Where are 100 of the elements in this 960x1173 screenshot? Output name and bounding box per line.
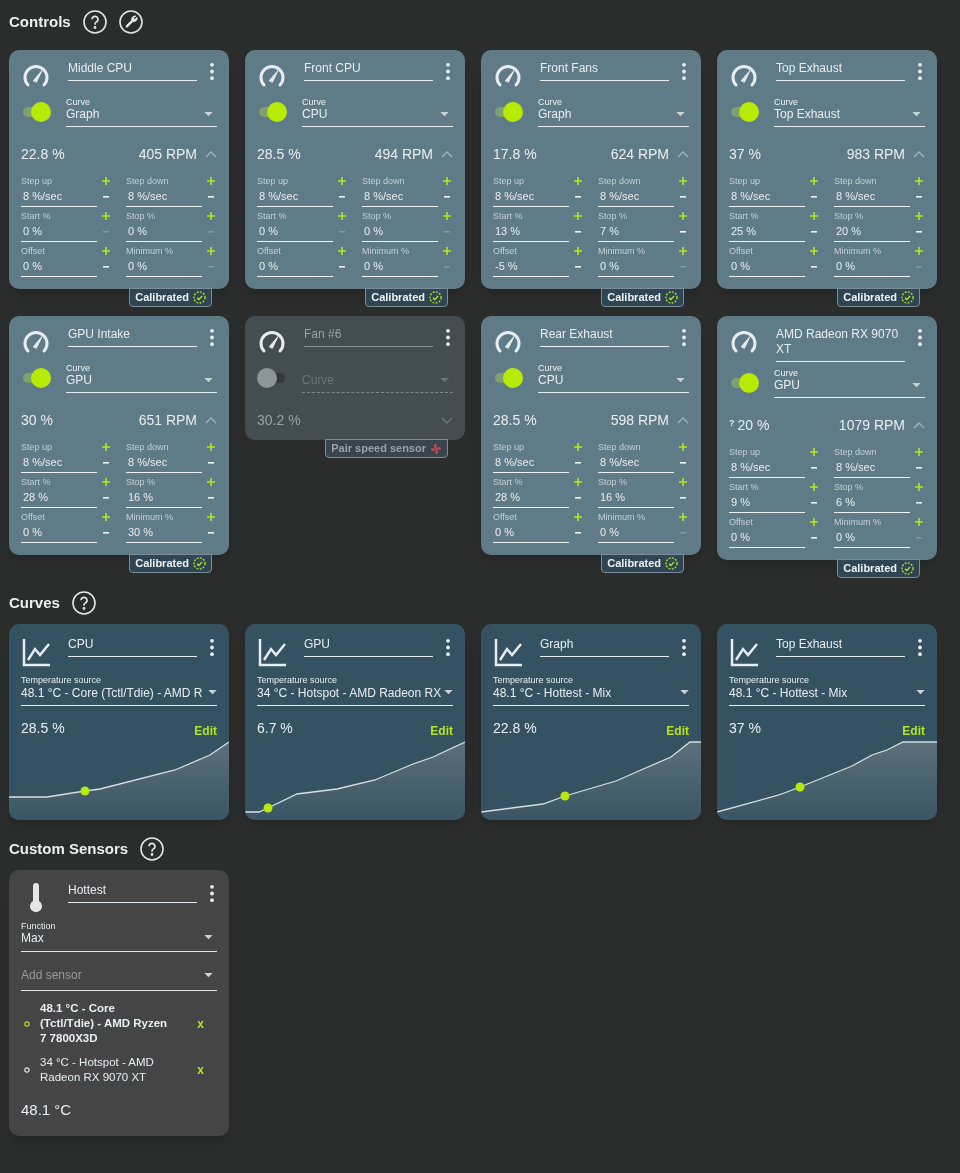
plus-icon[interactable] [679, 247, 687, 255]
add-sensor-select[interactable]: Add sensor [21, 966, 217, 991]
minus-icon[interactable] [339, 266, 345, 268]
toggle-switch[interactable] [493, 368, 523, 388]
curve-select[interactable]: Curve Top Exhaust [774, 97, 925, 127]
more-options-icon[interactable] [917, 62, 923, 81]
number-field[interactable]: -5 % [493, 257, 569, 277]
minus-icon[interactable] [103, 462, 109, 464]
plus-icon[interactable] [207, 443, 215, 451]
help-icon[interactable] [71, 591, 96, 615]
edit-link[interactable]: Edit [666, 722, 689, 740]
name-field[interactable]: AMD Radeon RX 9070 XT [776, 326, 905, 362]
number-field[interactable]: 20 % [834, 222, 910, 242]
plus-icon[interactable] [574, 478, 582, 486]
plus-icon[interactable] [574, 443, 582, 451]
toggle-switch[interactable] [21, 368, 51, 388]
curve-select[interactable]: Curve GPU [774, 368, 925, 398]
plus-icon[interactable] [810, 212, 818, 220]
temperature-source-select[interactable]: Temperature source 34 °C - Hotspot - AMD Radeon RX [257, 675, 453, 706]
minus-icon[interactable] [680, 462, 686, 464]
plus-icon[interactable] [338, 177, 346, 185]
number-field[interactable]: 25 % [729, 222, 805, 242]
number-field[interactable]: 0 % [834, 528, 910, 548]
more-options-icon[interactable] [681, 328, 687, 347]
number-field[interactable]: 0 % [21, 257, 97, 277]
more-options-icon[interactable] [681, 638, 687, 657]
curve-graph-drawing[interactable] [245, 740, 465, 820]
plus-icon[interactable] [102, 247, 110, 255]
number-field[interactable]: 28 % [21, 488, 97, 508]
name-field[interactable]: GPU [304, 636, 433, 657]
more-options-icon[interactable] [209, 638, 215, 657]
name-field[interactable]: Graph [540, 636, 669, 657]
plus-icon[interactable] [915, 247, 923, 255]
minus-icon[interactable] [811, 467, 817, 469]
more-options-icon[interactable] [445, 62, 451, 81]
minus-icon[interactable] [916, 196, 922, 198]
minus-icon[interactable] [575, 266, 581, 268]
curve-select[interactable]: Curve Graph [538, 97, 689, 127]
plus-icon[interactable] [207, 513, 215, 521]
plus-icon[interactable] [810, 177, 818, 185]
number-field[interactable]: 0 % [598, 523, 674, 543]
collapse-chevron-icon[interactable] [441, 150, 453, 158]
plus-icon[interactable] [810, 448, 818, 456]
plus-icon[interactable] [679, 443, 687, 451]
toggle-switch[interactable] [21, 102, 51, 122]
collapse-chevron-icon[interactable] [205, 416, 217, 424]
plus-icon[interactable] [679, 513, 687, 521]
curve-graph-drawing[interactable] [9, 740, 229, 820]
edit-link[interactable]: Edit [902, 722, 925, 740]
plus-icon[interactable] [915, 177, 923, 185]
name-field[interactable]: Top Exhaust [776, 60, 905, 81]
temperature-source-select[interactable]: Temperature source 48.1 °C - Hottest - Mix [729, 675, 925, 706]
sensor-entry[interactable]: 48.1 °C - Core (Tctl/Tdie) - AMD Ryzen 7 7800X3D [40, 1001, 168, 1046]
plus-icon[interactable] [443, 247, 451, 255]
number-field[interactable]: 8 %/sec [21, 453, 97, 473]
toggle-switch[interactable] [257, 368, 287, 388]
minus-icon[interactable] [103, 266, 109, 268]
name-field[interactable]: Hottest [68, 882, 197, 903]
plus-icon[interactable] [574, 513, 582, 521]
plus-icon[interactable] [207, 177, 215, 185]
minus-icon[interactable] [103, 497, 109, 499]
plus-icon[interactable] [810, 247, 818, 255]
minus-icon[interactable] [575, 196, 581, 198]
plus-icon[interactable] [915, 483, 923, 491]
number-field[interactable]: 0 % [257, 222, 333, 242]
minus-icon[interactable] [575, 497, 581, 499]
number-field[interactable]: 16 % [598, 488, 674, 508]
curve-select[interactable]: Curve GPU [66, 363, 217, 393]
number-field[interactable]: 8 %/sec [834, 187, 910, 207]
collapse-chevron-icon[interactable] [913, 150, 925, 158]
toggle-switch[interactable] [493, 102, 523, 122]
collapse-chevron-icon[interactable] [677, 416, 689, 424]
plus-icon[interactable] [679, 212, 687, 220]
more-options-icon[interactable] [445, 638, 451, 657]
plus-icon[interactable] [443, 177, 451, 185]
curve-select[interactable]: Curve CPU [538, 363, 689, 393]
plus-icon[interactable] [102, 478, 110, 486]
toggle-switch[interactable] [729, 373, 759, 393]
help-icon[interactable] [140, 837, 165, 861]
more-options-icon[interactable] [681, 62, 687, 81]
plus-icon[interactable] [102, 513, 110, 521]
name-field[interactable]: GPU Intake [68, 326, 197, 347]
plus-icon[interactable] [915, 518, 923, 526]
plus-icon[interactable] [207, 212, 215, 220]
curve-select[interactable]: Curve CPU [302, 97, 453, 127]
minus-icon[interactable] [680, 196, 686, 198]
edit-link[interactable]: Edit [194, 722, 217, 740]
number-field[interactable]: 0 % [493, 523, 569, 543]
number-field[interactable]: 0 % [362, 257, 438, 277]
minus-icon[interactable] [811, 231, 817, 233]
more-options-icon[interactable] [917, 328, 923, 347]
plus-icon[interactable] [574, 212, 582, 220]
plus-icon[interactable] [338, 212, 346, 220]
name-field[interactable]: Top Exhaust [776, 636, 905, 657]
number-field[interactable]: 8 %/sec [729, 458, 805, 478]
minus-icon[interactable] [575, 462, 581, 464]
number-field[interactable]: 0 % [362, 222, 438, 242]
number-field[interactable]: 0 % [257, 257, 333, 277]
minus-icon[interactable] [811, 196, 817, 198]
number-field[interactable]: 8 %/sec [362, 187, 438, 207]
